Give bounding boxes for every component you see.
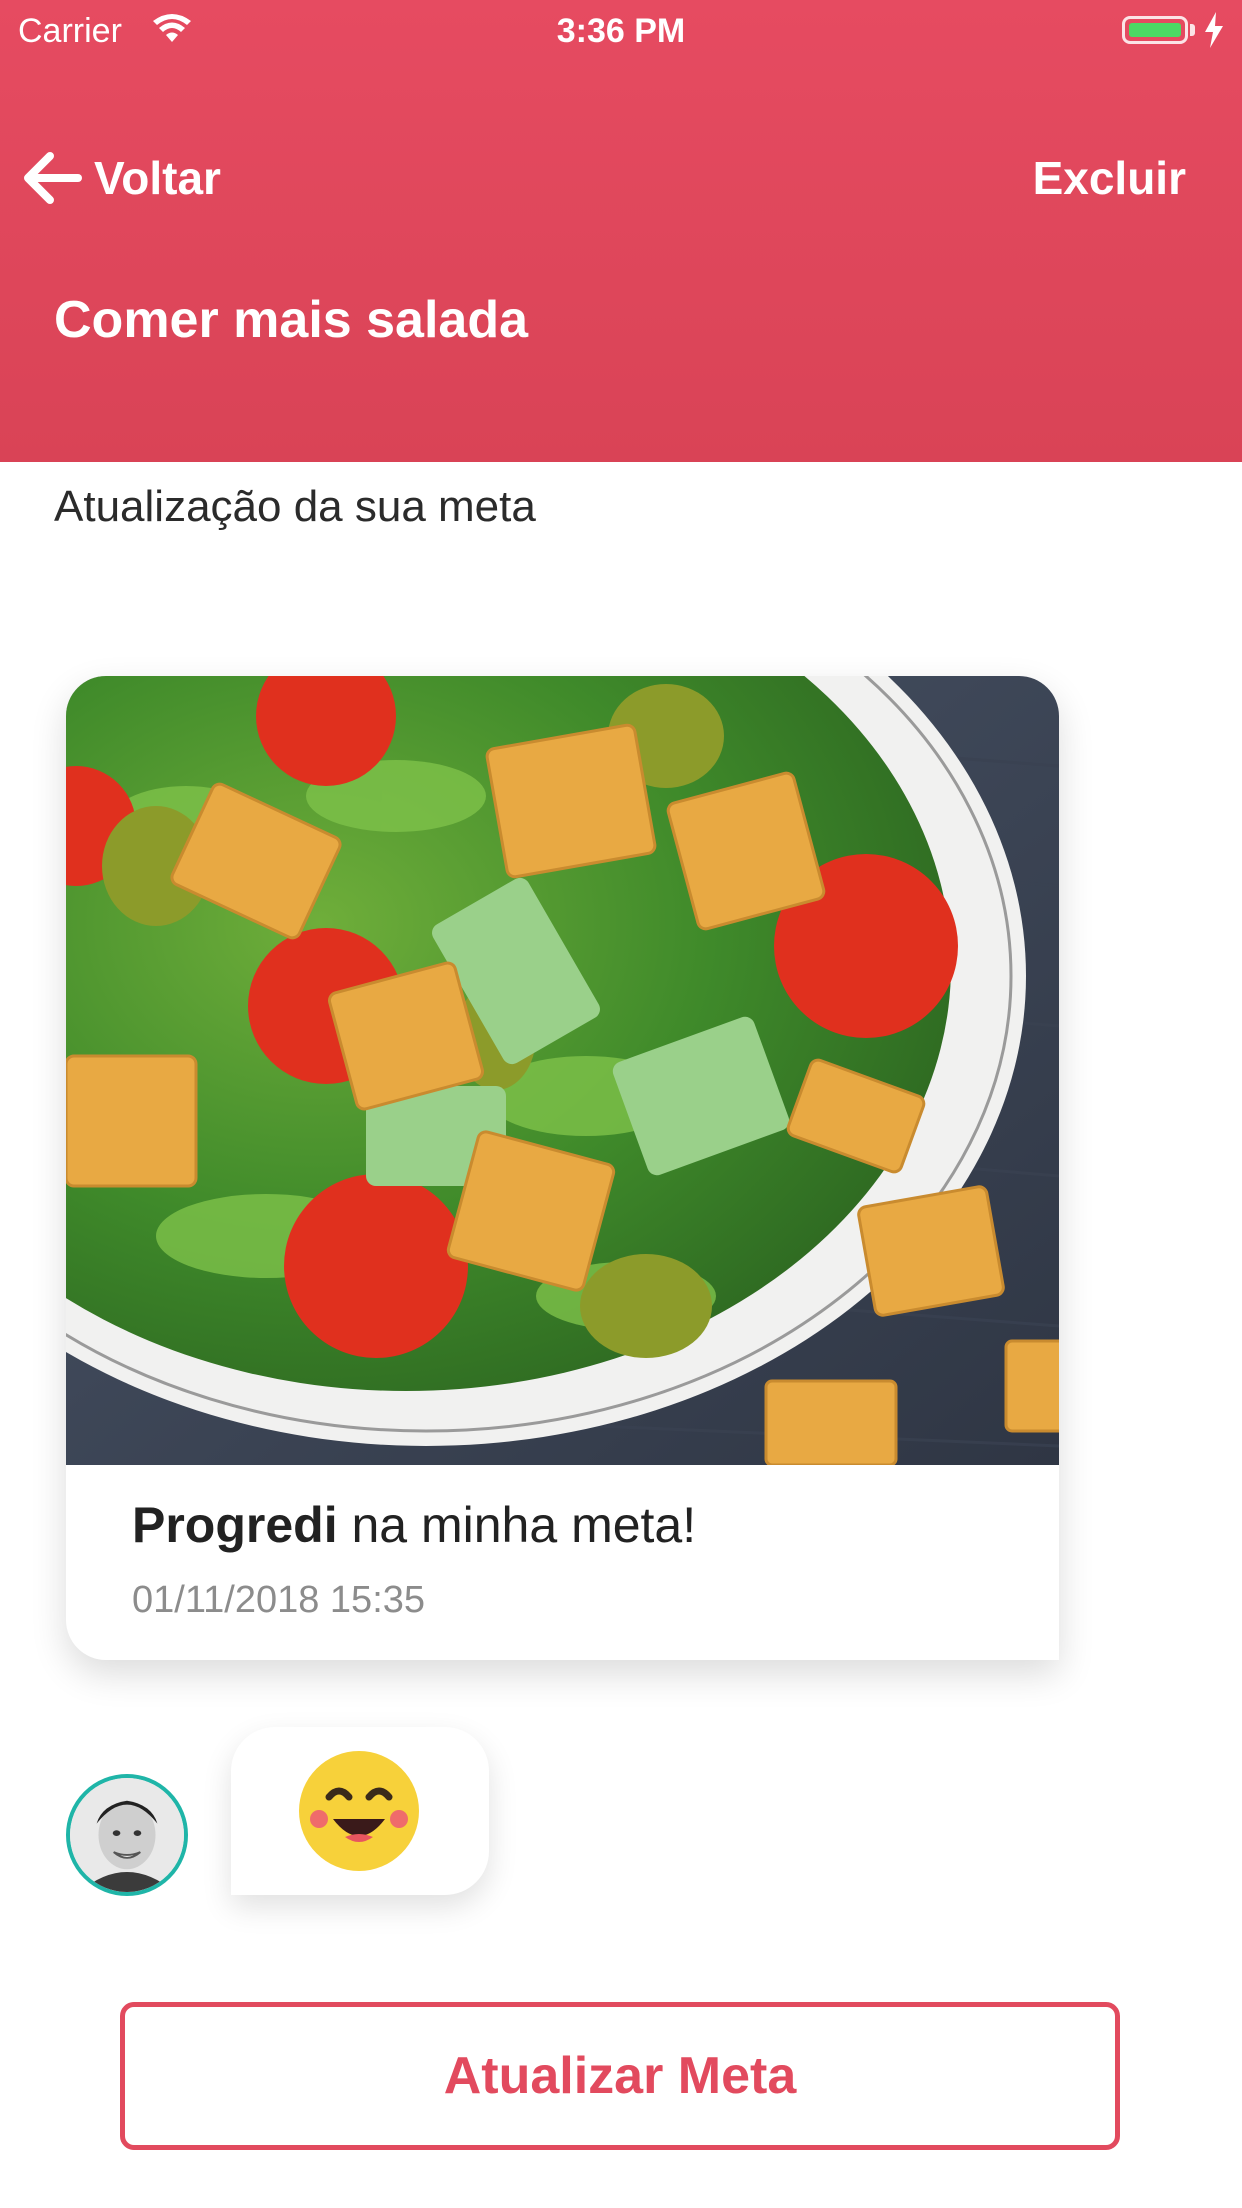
card-message: Progredi na minha meta! — [132, 1496, 696, 1554]
card-date: 01/11/2018 15:35 — [132, 1579, 426, 1621]
battery-tip — [1190, 24, 1195, 36]
status-time: 3:36 PM — [556, 12, 686, 50]
card-message-bold: Progredi — [132, 1497, 338, 1553]
goal-update-card[interactable]: Progredi na minha meta! 01/11/2018 15:35 — [66, 676, 1059, 1660]
back-button[interactable]: Voltar — [20, 146, 221, 210]
salad-photo — [66, 676, 1059, 1465]
status-bar: Carrier 3:36 PM — [0, 0, 1242, 62]
user-avatar[interactable] — [66, 1774, 188, 1896]
section-subtitle: Atualização da sua meta — [54, 482, 536, 531]
page-title: Comer mais salada — [54, 291, 529, 349]
update-goal-button[interactable]: Atualizar Meta — [120, 2002, 1120, 2150]
card-message-rest: na minha meta! — [337, 1497, 697, 1553]
reaction-bubble[interactable] — [231, 1727, 489, 1895]
avatar-photo — [70, 1778, 184, 1892]
header-bar: Carrier 3:36 PM Voltar Excluir Comer mai… — [0, 0, 1242, 462]
smiling-face-emoji — [299, 1751, 419, 1871]
bolt-icon — [1205, 12, 1223, 48]
back-label: Voltar — [94, 152, 221, 204]
arrow-left-icon — [24, 152, 82, 204]
delete-button[interactable]: Excluir — [1033, 146, 1186, 210]
battery-icon — [1122, 16, 1188, 44]
